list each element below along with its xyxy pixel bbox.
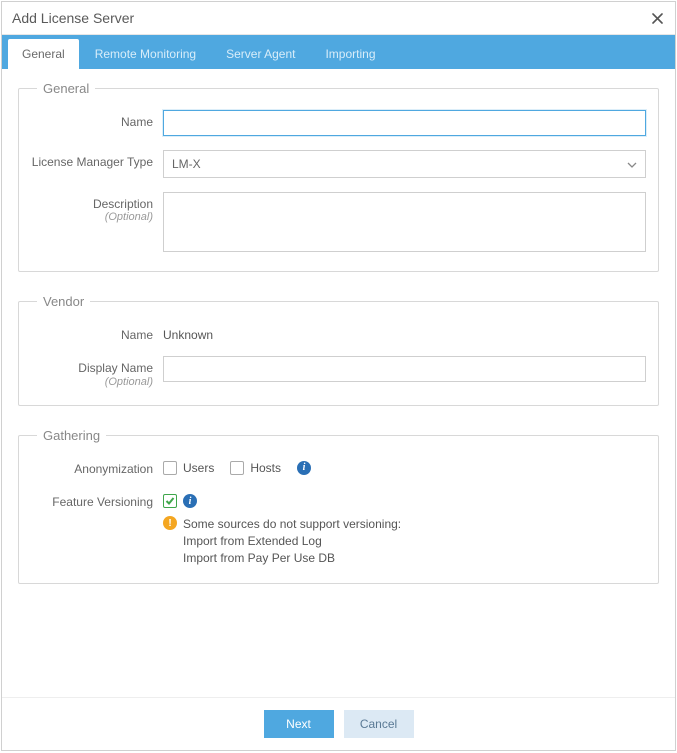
dialog-content: General Name License Manager Type LM-X	[2, 69, 675, 697]
label-display-name-optional: (Optional)	[31, 376, 153, 389]
dialog-title: Add License Server	[12, 10, 134, 26]
tab-label: Remote Monitoring	[95, 47, 196, 61]
label-description-text: Description	[93, 197, 153, 211]
checkbox-hosts[interactable]	[230, 461, 244, 475]
vendor-name-value: Unknown	[163, 323, 646, 342]
label-display-name-text: Display Name	[78, 361, 153, 375]
label-lmt: License Manager Type	[31, 150, 163, 169]
name-input[interactable]	[163, 110, 646, 136]
info-icon[interactable]: i	[183, 494, 197, 508]
row-license-manager-type: License Manager Type LM-X	[31, 150, 646, 178]
next-button[interactable]: Next	[264, 710, 334, 738]
license-manager-type-select[interactable]: LM-X	[163, 150, 646, 178]
row-feature-versioning: Feature Versioning i ! Some sources do n…	[31, 490, 646, 566]
label-vendor-name: Name	[31, 323, 163, 342]
warning-icon: !	[163, 516, 177, 530]
row-anonymization: Anonymization Users Hosts i	[31, 457, 646, 476]
label-name: Name	[31, 110, 163, 129]
checkbox-users-label: Users	[183, 461, 214, 475]
row-name: Name	[31, 110, 646, 136]
chevron-down-icon	[627, 157, 637, 171]
group-general: General Name License Manager Type LM-X	[18, 81, 659, 272]
tab-server-agent[interactable]: Server Agent	[212, 39, 309, 69]
tabstrip: General Remote Monitoring Server Agent I…	[2, 35, 675, 69]
label-description: Description (Optional)	[31, 192, 163, 225]
fv-warning-sub1: Import from Extended Log	[183, 533, 646, 550]
label-vendor-display-name: Display Name (Optional)	[31, 356, 163, 389]
tab-label: Importing	[325, 47, 375, 61]
cancel-button[interactable]: Cancel	[344, 710, 414, 738]
fv-warning-sub2: Import from Pay Per Use DB	[183, 550, 646, 567]
tab-general[interactable]: General	[8, 39, 79, 69]
label-feature-versioning: Feature Versioning	[31, 490, 163, 509]
group-gathering-legend: Gathering	[37, 428, 106, 443]
display-name-input[interactable]	[163, 356, 646, 382]
info-icon[interactable]: i	[297, 461, 311, 475]
checkbox-users[interactable]	[163, 461, 177, 475]
next-button-label: Next	[286, 717, 311, 731]
dialog-titlebar: Add License Server	[2, 2, 675, 35]
lmt-selected-value: LM-X	[172, 157, 201, 171]
cancel-button-label: Cancel	[360, 717, 397, 731]
label-description-optional: (Optional)	[31, 211, 153, 224]
label-anonymization: Anonymization	[31, 457, 163, 476]
row-vendor-display-name: Display Name (Optional)	[31, 356, 646, 389]
add-license-server-dialog: Add License Server General Remote Monito…	[1, 1, 676, 751]
fv-warning: ! Some sources do not support versioning…	[163, 516, 646, 533]
close-icon	[652, 13, 663, 24]
tab-label: Server Agent	[226, 47, 295, 61]
checkbox-hosts-label: Hosts	[250, 461, 281, 475]
tab-remote-monitoring[interactable]: Remote Monitoring	[81, 39, 210, 69]
group-gathering: Gathering Anonymization Users Hosts i	[18, 428, 659, 584]
close-button[interactable]	[649, 10, 665, 26]
row-vendor-name: Name Unknown	[31, 323, 646, 342]
row-description: Description (Optional)	[31, 192, 646, 255]
description-textarea[interactable]	[163, 192, 646, 252]
tab-importing[interactable]: Importing	[311, 39, 389, 69]
group-vendor: Vendor Name Unknown Display Name (Option…	[18, 294, 659, 406]
dialog-footer: Next Cancel	[2, 697, 675, 750]
tab-label: General	[22, 47, 65, 61]
group-general-legend: General	[37, 81, 95, 96]
group-vendor-legend: Vendor	[37, 294, 90, 309]
checkbox-feature-versioning[interactable]	[163, 494, 177, 508]
fv-warning-text: Some sources do not support versioning:	[183, 516, 401, 533]
